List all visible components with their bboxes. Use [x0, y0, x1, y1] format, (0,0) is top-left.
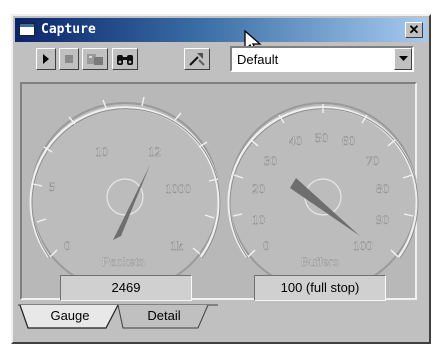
buffers-readout: 100 (full stop) [254, 275, 386, 301]
packets-gauge: 0 5 10 12 1000 1k Packets [29, 96, 221, 292]
buffers-tick-label: 0 [263, 238, 270, 253]
buffers-gauge-label: Buffers [301, 255, 339, 269]
packets-tick-label: 12 [148, 144, 161, 159]
buffers-tick-label: 10 [252, 212, 265, 227]
buffers-tick-label: 60 [342, 133, 355, 148]
packets-gauge-label: Packets [102, 255, 145, 269]
buffers-tick-label: 90 [376, 212, 389, 227]
packets-tick-label: 0 [64, 238, 71, 253]
buffers-tick-label: 80 [376, 181, 389, 196]
buffers-gauge: 0 10 20 30 40 50 60 70 80 90 100 Buffers [227, 102, 419, 292]
tab-gauge[interactable]: Gauge [30, 305, 110, 327]
packets-tick-label: 10 [95, 144, 108, 159]
buffers-tick-label: 70 [366, 153, 379, 168]
packets-tick-label: 5 [49, 179, 56, 194]
tab-detail[interactable]: Detail [124, 305, 204, 327]
buffers-tick-label: 30 [264, 153, 277, 168]
buffers-tick-label: 100 [353, 238, 373, 253]
buffers-tick-label: 20 [252, 181, 265, 196]
packets-tick-label: 1k [170, 238, 184, 253]
packets-readout: 2469 [60, 275, 192, 301]
buffers-tick-label: 40 [289, 133, 302, 148]
packets-tick-label: 1000 [165, 181, 191, 196]
buffers-tick-label: 50 [315, 130, 328, 145]
